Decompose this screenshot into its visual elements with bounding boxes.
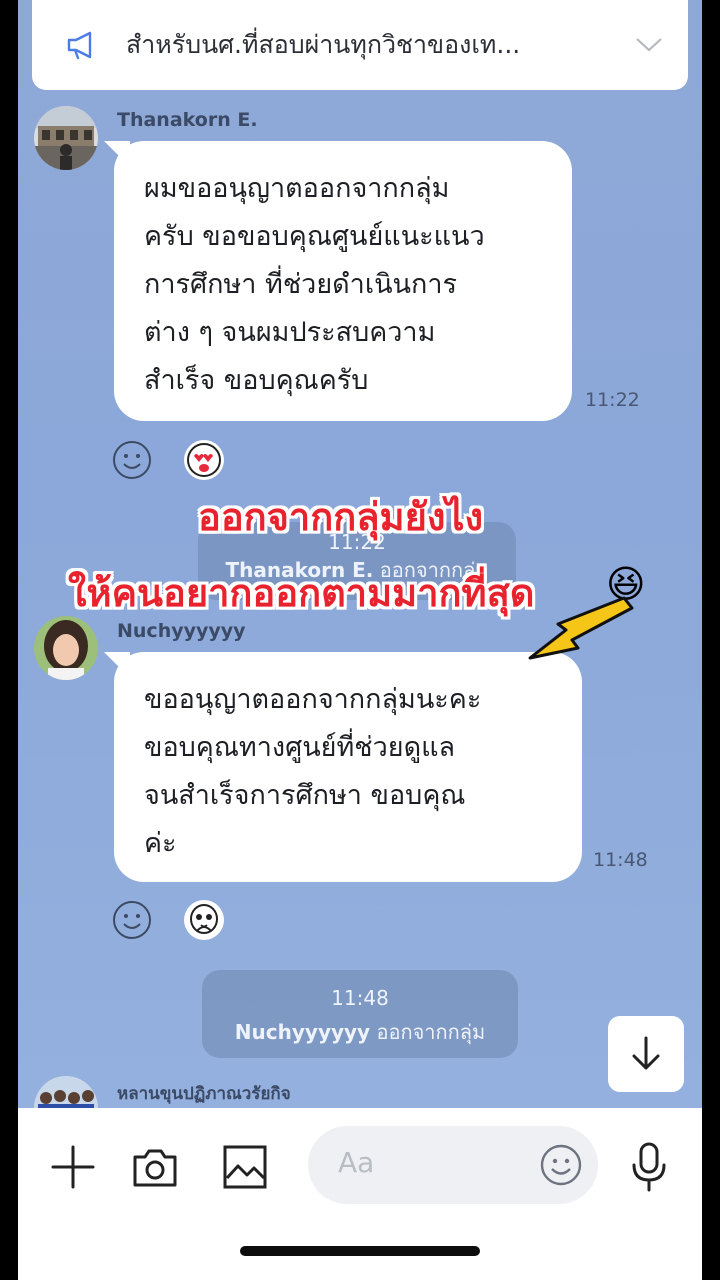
reaction-row <box>112 440 224 480</box>
message-line: จนสำเร็จการศึกษา ขอบคุณ <box>144 780 466 811</box>
message-input[interactable]: Aa <box>308 1126 598 1204</box>
avatar[interactable] <box>34 106 98 170</box>
image-icon <box>223 1145 267 1189</box>
message-bubble[interactable]: ขออนุญาตออกจากกลุ่มนะคะ ขอบคุณทางศูนย์ที… <box>114 652 582 882</box>
announcement-text: สำหรับนศ.ที่สอบผ่านทุกวิชาของเท... <box>126 30 521 59</box>
message-line: ผมขออนุญาตออกจากกลุ่ม <box>144 173 450 204</box>
message-line: การศึกษา ที่ช่วยดำเนินการ <box>144 269 457 300</box>
message-input-placeholder: Aa <box>338 1146 375 1179</box>
plus-icon <box>51 1145 95 1189</box>
message-line: ขอบคุณทางศูนย์ที่ช่วยดูแล <box>144 732 456 763</box>
heart-eyes-emoji-graphic <box>187 443 221 477</box>
smiley-icon[interactable] <box>112 900 152 940</box>
system-action: ออกจากกลุ่ม <box>376 1020 486 1044</box>
overlay-caption-line2: ให้คนอยากออกตามมากที่สุด <box>68 571 535 615</box>
system-name: Nuchyyyyyy <box>234 1020 371 1044</box>
smiley-icon[interactable] <box>112 440 152 480</box>
mic-icon <box>632 1142 666 1192</box>
message-line: ขออนุญาตออกจากกลุ่มนะคะ <box>144 684 482 715</box>
camera-button[interactable] <box>130 1142 180 1192</box>
chevron-down-icon[interactable] <box>634 36 664 54</box>
mic-button[interactable] <box>624 1140 674 1194</box>
avatar[interactable] <box>34 616 98 680</box>
pleading-emoji[interactable] <box>184 900 224 940</box>
plus-button[interactable] <box>48 1142 98 1192</box>
chat-screen: สำหรับนศ.ที่สอบผ่านทุกวิชาของเท... Thana… <box>18 0 702 1280</box>
emoji-icon[interactable] <box>540 1144 582 1186</box>
system-notice: 11:48 Nuchyyyyyy ออกจากกลุ่ม <box>202 970 518 1058</box>
sender-name: หลานขุนปฏิภาณวรัยกิจ <box>117 1084 291 1104</box>
system-message: Nuchyyyyyy ออกจากกลุ่ม <box>202 1016 518 1048</box>
pointer-arrow-icon <box>528 596 634 660</box>
message-bubble[interactable]: ผมขออนุญาตออกจากกลุ่ม ครับ ขอขอบคุณศูนย์… <box>114 141 572 421</box>
message-line: สำเร็จ ขอบคุณครับ <box>144 365 369 396</box>
message-line: ต่าง ๆ จนผมประสบความ <box>144 317 436 348</box>
sender-name: Thanakorn E. <box>117 109 258 131</box>
message-time: 11:22 <box>585 389 640 411</box>
home-indicator <box>240 1246 480 1256</box>
sender-name: Nuchyyyyyy <box>117 620 246 642</box>
pleading-emoji-graphic <box>190 904 218 934</box>
arrow-down-icon <box>632 1036 660 1070</box>
message-line: ค่ะ <box>144 828 177 859</box>
megaphone-icon <box>67 31 92 60</box>
avatar-photo <box>34 106 98 170</box>
avatar-photo <box>34 616 98 680</box>
message-composer: Aa <box>18 1108 702 1280</box>
message-time: 11:48 <box>593 849 648 871</box>
scroll-to-bottom-button[interactable] <box>608 1016 684 1092</box>
announcement-bar[interactable]: สำหรับนศ.ที่สอบผ่านทุกวิชาของเท... <box>32 0 688 90</box>
message-line: ครับ ขอขอบคุณศูนย์แนะแนว <box>144 221 485 252</box>
overlay-caption-line1: ออกจากกลุ่มยังไง <box>198 495 484 539</box>
heart-eyes-emoji[interactable] <box>184 440 224 480</box>
system-time: 11:48 <box>331 986 389 1010</box>
camera-icon <box>133 1149 177 1187</box>
image-button[interactable] <box>220 1142 270 1192</box>
reaction-row <box>112 900 224 940</box>
